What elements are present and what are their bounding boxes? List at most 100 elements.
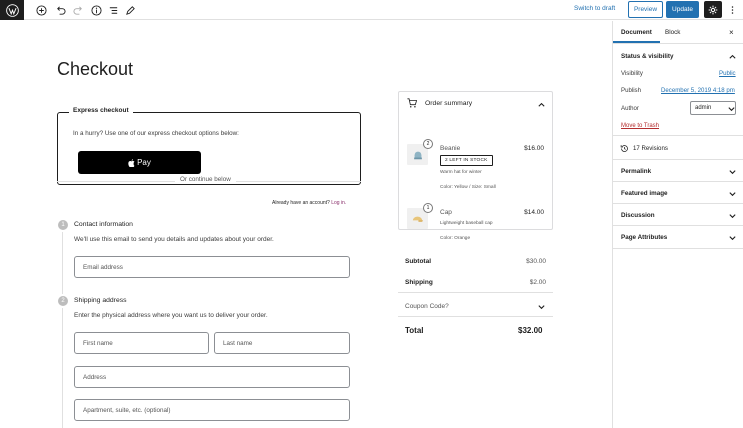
order-summary-title: Order summary: [425, 100, 473, 107]
info-icon[interactable]: [89, 3, 103, 17]
divider: [613, 135, 743, 136]
chevron-down-icon: [728, 107, 735, 112]
shipping-description: Enter the physical address where you wan…: [74, 312, 268, 319]
shipping-address-title: Shipping address: [74, 297, 127, 304]
apple-pay-label: Pay: [137, 158, 151, 167]
total-label: Total: [405, 326, 424, 335]
divider: [613, 159, 743, 160]
item-description: Warm hat for winter: [440, 170, 482, 175]
beanie-icon: [413, 151, 422, 159]
tab-document[interactable]: Document: [621, 29, 652, 36]
undo-icon[interactable]: [53, 3, 67, 17]
total-value: $32.00: [518, 326, 543, 335]
divider: [398, 292, 553, 293]
apple-pay-button[interactable]: Pay: [78, 151, 201, 174]
first-name-placeholder: First name: [83, 340, 113, 347]
order-summary: Order summary 2 Beanie $16.00 2 LEFT IN …: [398, 91, 553, 241]
discussion-panel[interactable]: Discussion: [621, 212, 655, 219]
redo-icon[interactable]: [71, 3, 85, 17]
item-quantity-badge: 2: [423, 139, 433, 149]
divider: [398, 316, 553, 317]
page-attributes-panel[interactable]: Page Attributes: [621, 234, 667, 241]
last-name-field[interactable]: Last name: [214, 332, 350, 354]
visibility-link[interactable]: Public: [719, 70, 736, 77]
add-block-icon[interactable]: [34, 3, 48, 17]
preview-button[interactable]: Preview: [628, 1, 663, 18]
divider: [613, 203, 743, 204]
page-title[interactable]: Checkout: [57, 59, 133, 80]
cap-icon: [412, 216, 424, 222]
publish-date-link[interactable]: December 5, 2019 4:18 pm: [661, 87, 735, 94]
switch-to-draft-link[interactable]: Switch to draft: [574, 5, 615, 12]
step-number-1: 1: [58, 220, 68, 230]
divider: [613, 248, 743, 249]
low-stock-badge: 2 LEFT IN STOCK: [440, 155, 493, 166]
item-attributes: Color: Yellow / Size: Small: [440, 185, 496, 190]
author-label: Author: [621, 105, 639, 112]
email-field[interactable]: Email address: [74, 256, 350, 278]
order-summary-header[interactable]: Order summary: [399, 92, 552, 116]
contact-information-title: Contact information: [74, 221, 133, 228]
express-checkout-box: Express checkout In a hurry? Use one of …: [57, 107, 361, 185]
coupon-toggle[interactable]: Coupon Code?: [405, 303, 449, 310]
first-name-field[interactable]: First name: [74, 332, 209, 354]
step-number-2: 2: [58, 296, 68, 306]
active-tab-indicator: [613, 41, 660, 43]
wordpress-icon[interactable]: [0, 0, 24, 20]
apple-icon: [128, 158, 135, 167]
account-note-text: Already have an account?: [272, 200, 330, 206]
login-link[interactable]: Log in.: [331, 200, 346, 206]
permalink-panel[interactable]: Permalink: [621, 168, 651, 175]
revisions-icon: [620, 145, 628, 152]
sidebar-tabs: Document Block ×: [613, 21, 743, 44]
item-name: Beanie: [440, 145, 461, 152]
chevron-down-icon[interactable]: [728, 167, 737, 176]
step-connector: [62, 308, 63, 428]
shipping-value: $2.00: [529, 279, 546, 286]
top-toolbar: Switch to draft Preview Update: [0, 0, 743, 20]
item-price: $16.00: [524, 145, 544, 152]
more-icon[interactable]: [727, 3, 737, 17]
subtotal-label: Subtotal: [405, 258, 431, 265]
tab-block[interactable]: Block: [665, 29, 680, 36]
shipping-label: Shipping: [405, 279, 433, 286]
chevron-up-icon: [538, 102, 545, 107]
move-to-trash-link[interactable]: Move to Trash: [621, 123, 659, 129]
express-checkout-text: In a hurry? Use one of our express check…: [73, 130, 239, 137]
author-value: admin: [695, 105, 712, 111]
account-note: Already have an account? Log in.: [272, 200, 346, 206]
publish-label: Publish: [621, 87, 641, 94]
email-placeholder: Email address: [83, 264, 123, 271]
divider: [613, 225, 743, 226]
address-field[interactable]: Address: [74, 366, 350, 388]
step-connector: [62, 232, 63, 294]
subtotal-value: $30.00: [526, 258, 546, 265]
address-placeholder: Address: [83, 374, 107, 381]
visibility-label: Visibility: [621, 70, 643, 77]
item-price: $14.00: [524, 209, 544, 216]
chevron-down-icon[interactable]: [728, 189, 737, 198]
chevron-down-icon[interactable]: [728, 233, 737, 242]
featured-image-panel[interactable]: Featured image: [621, 190, 668, 197]
close-icon[interactable]: ×: [729, 28, 734, 37]
apartment-field[interactable]: Apartment, suite, etc. (optional): [74, 399, 350, 421]
edit-icon[interactable]: [123, 3, 137, 17]
list-view-icon[interactable]: [106, 3, 120, 17]
contact-description: We'll use this email to send you details…: [74, 236, 274, 243]
item-name: Cap: [440, 209, 452, 216]
item-quantity-badge: 1: [423, 203, 433, 213]
or-continue-text: Or continue below: [175, 176, 236, 183]
status-visibility-title[interactable]: Status & visibility: [621, 53, 674, 60]
divider: [613, 181, 743, 182]
author-select[interactable]: admin: [690, 101, 736, 115]
last-name-placeholder: Last name: [223, 340, 253, 347]
revisions-link[interactable]: 17 Revisions: [633, 145, 668, 152]
apartment-placeholder: Apartment, suite, etc. (optional): [83, 407, 171, 414]
settings-sidebar: Document Block × Status & visibility Vis…: [612, 21, 743, 428]
chevron-down-icon[interactable]: [728, 211, 737, 220]
update-button[interactable]: Update: [666, 1, 699, 18]
chevron-up-icon[interactable]: [728, 52, 737, 61]
item-attributes: Color: Orange: [440, 236, 471, 241]
settings-icon[interactable]: [704, 1, 722, 18]
chevron-down-icon[interactable]: [537, 302, 546, 311]
